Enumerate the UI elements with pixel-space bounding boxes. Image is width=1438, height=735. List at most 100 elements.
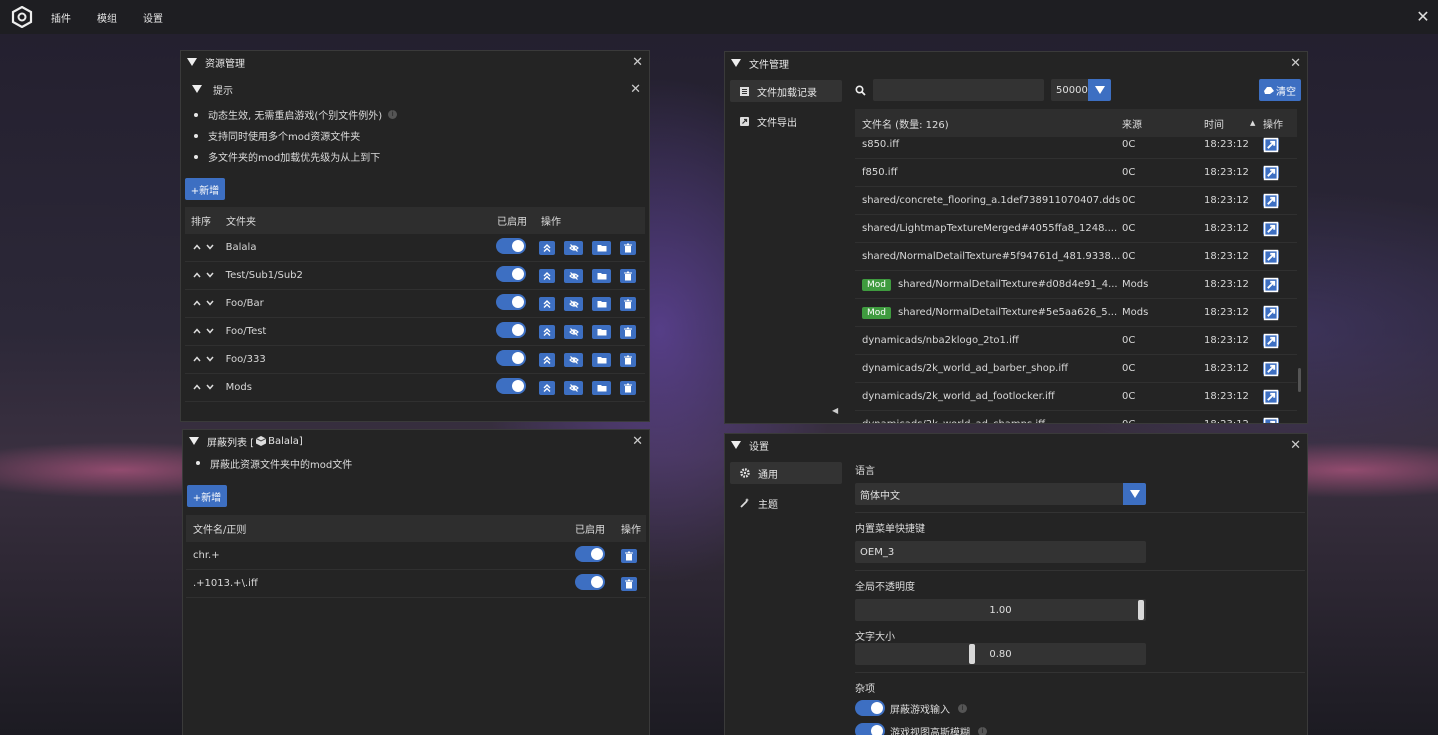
move-up-icon[interactable] [193,270,201,281]
block-window-header[interactable]: 屏蔽列表 [ Balala] ✕ [183,430,649,452]
chevron-down-icon[interactable] [1088,79,1111,101]
close-icon[interactable]: ✕ [630,82,641,97]
hide-icon[interactable] [564,380,584,395]
scrollbar-thumb[interactable] [1298,368,1301,392]
slider-grab[interactable] [1138,600,1144,620]
fontsize-slider[interactable]: 0.80 [855,643,1146,665]
move-top-icon[interactable] [539,352,556,367]
delete-icon[interactable] [620,240,637,255]
move-up-icon[interactable] [193,298,201,309]
blur-toggle[interactable] [855,723,885,735]
info-icon[interactable]: i [958,703,967,713]
open-file-icon[interactable] [1263,221,1279,236]
move-top-icon[interactable] [539,296,556,311]
language-select[interactable]: 简体中文 [855,483,1305,505]
enabled-toggle[interactable] [495,238,526,254]
search-input[interactable] [873,79,1044,101]
limit-select[interactable]: 50000 [1051,79,1111,101]
add-block-button[interactable]: +新增 [187,485,227,507]
open-folder-icon[interactable] [592,352,612,367]
close-icon[interactable]: ✕ [632,434,643,449]
collapse-icon[interactable] [731,59,741,67]
open-folder-icon[interactable] [592,268,612,283]
move-down-icon[interactable] [206,270,214,281]
move-down-icon[interactable] [206,242,214,253]
move-up-icon[interactable] [193,326,201,337]
col-source[interactable]: 来源 [1122,116,1204,131]
open-file-icon[interactable] [1263,305,1279,320]
move-down-icon[interactable] [206,326,214,337]
enabled-toggle[interactable] [495,266,526,282]
collapse-icon[interactable] [189,437,199,445]
close-icon[interactable]: ✕ [1290,56,1301,71]
open-folder-icon[interactable] [592,324,612,339]
col-time[interactable]: 时间 [1204,116,1250,131]
move-top-icon[interactable] [539,324,556,339]
open-folder-icon[interactable] [592,296,612,311]
collapse-icon[interactable] [731,441,741,449]
nav-general[interactable]: 通用 [730,462,842,484]
opacity-slider[interactable]: 1.00 [855,599,1146,621]
tips-header[interactable]: 提示 ✕ [181,78,649,100]
move-up-icon[interactable] [193,382,201,393]
open-folder-icon[interactable] [592,240,612,255]
hide-icon[interactable] [564,296,584,311]
nav-theme[interactable]: 主题 [730,492,842,514]
close-icon[interactable]: ✕ [632,55,643,70]
open-file-icon[interactable] [1263,193,1279,208]
open-file-icon[interactable] [1263,389,1279,404]
collapse-sidebar-icon[interactable]: ◀ [832,406,838,415]
chevron-down-icon[interactable] [1123,483,1146,505]
info-icon[interactable]: i [388,110,398,119]
add-folder-button[interactable]: +新增 [185,178,225,200]
delete-icon[interactable] [621,576,637,591]
col-name[interactable]: 文件名 (数量: 126) [855,116,1122,131]
app-close-icon[interactable]: ✕ [1414,8,1432,26]
file-window-header[interactable]: 文件管理 ✕ [725,52,1307,74]
move-up-icon[interactable] [193,242,201,253]
enabled-toggle[interactable] [575,574,605,590]
delete-icon[interactable] [620,268,637,283]
hotkey-input[interactable]: OEM_3 [855,541,1146,563]
move-up-icon[interactable] [193,354,201,365]
open-file-icon[interactable] [1263,361,1279,376]
hide-icon[interactable] [564,352,584,367]
hide-icon[interactable] [564,268,584,283]
enabled-toggle[interactable] [495,294,526,310]
menu-settings[interactable]: 设置 [143,10,163,25]
delete-icon[interactable] [620,352,637,367]
delete-icon[interactable] [620,296,637,311]
menu-plugins[interactable]: 插件 [51,10,71,25]
delete-icon[interactable] [620,324,637,339]
enabled-toggle[interactable] [575,546,605,562]
hide-icon[interactable] [564,324,584,339]
open-file-icon[interactable] [1263,333,1279,348]
close-icon[interactable]: ✕ [1290,438,1301,453]
move-top-icon[interactable] [539,380,556,395]
hide-icon[interactable] [564,240,584,255]
nav-file-log[interactable]: 文件加载记录 [730,80,842,102]
open-file-icon[interactable] [1263,137,1279,152]
move-top-icon[interactable] [539,268,556,283]
open-file-icon[interactable] [1263,249,1279,264]
delete-icon[interactable] [621,548,637,563]
info-icon[interactable]: i [978,726,987,735]
move-down-icon[interactable] [206,298,214,309]
collapse-icon[interactable] [187,58,197,66]
enabled-toggle[interactable] [495,350,526,366]
enabled-toggle[interactable] [495,378,526,394]
app-logo-icon[interactable] [11,6,33,28]
settings-window-header[interactable]: 设置 ✕ [725,434,1307,456]
move-down-icon[interactable] [206,354,214,365]
collapse-icon[interactable] [192,85,202,93]
menu-mods[interactable]: 模组 [97,10,117,25]
resource-window-header[interactable]: 资源管理 ✕ [181,51,649,73]
open-folder-icon[interactable] [592,380,612,395]
block-input-toggle[interactable] [855,700,885,716]
move-top-icon[interactable] [539,240,556,255]
enabled-toggle[interactable] [495,322,526,338]
open-file-icon[interactable] [1263,277,1279,292]
open-file-icon[interactable] [1263,417,1279,423]
move-down-icon[interactable] [206,382,214,393]
delete-icon[interactable] [620,380,637,395]
